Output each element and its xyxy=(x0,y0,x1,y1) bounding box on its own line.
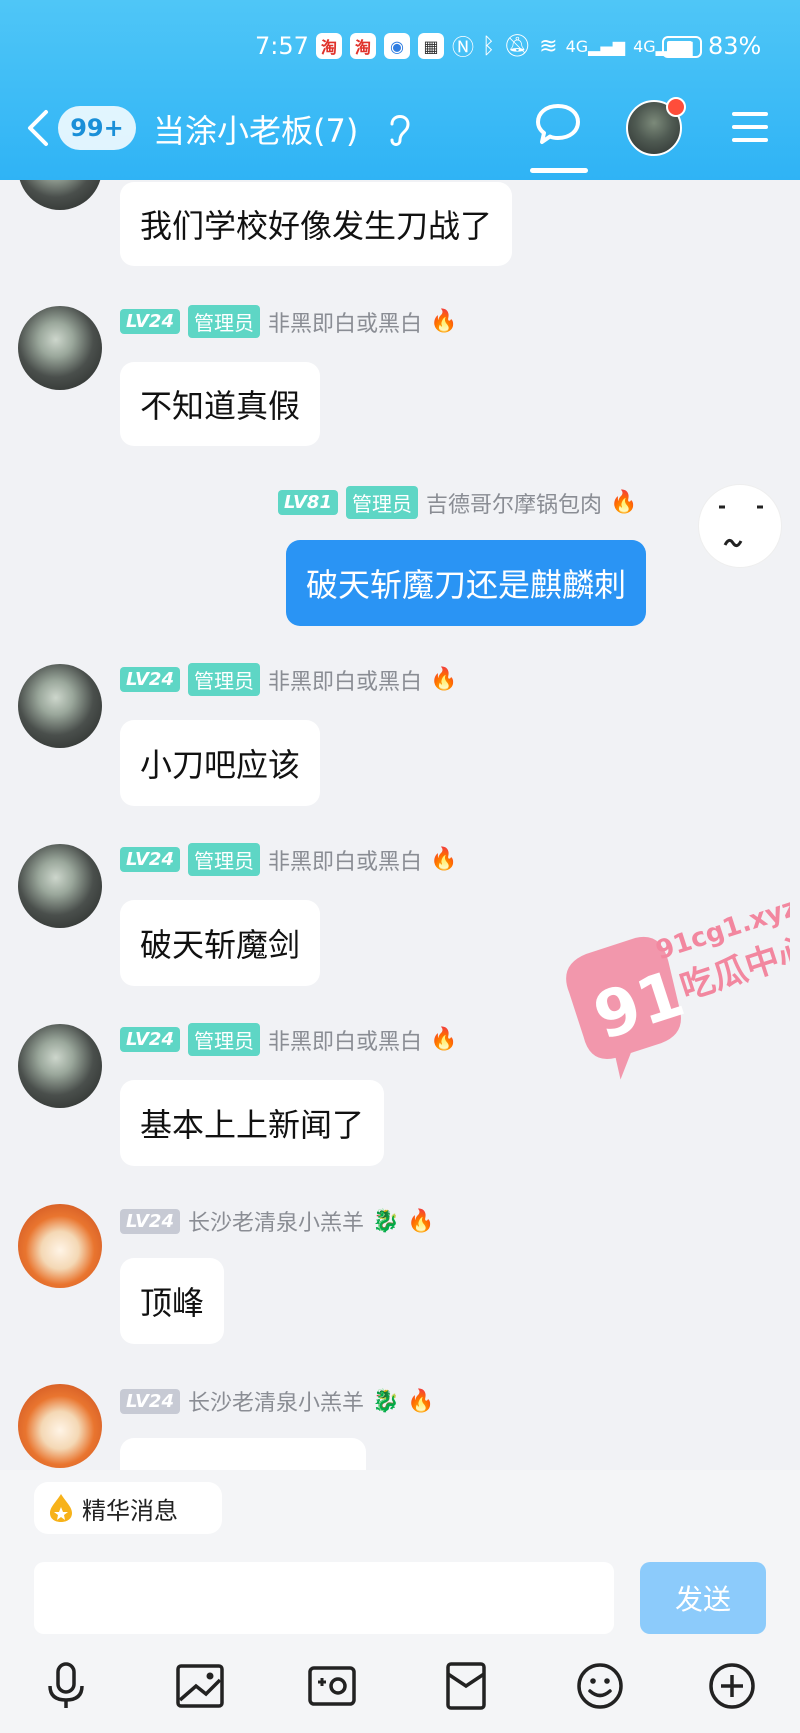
status-time: 7:57 xyxy=(255,32,309,60)
message-meta: LV81 管理员 吉德哥尔摩锅包肉 🔥 xyxy=(278,486,637,519)
avatar[interactable] xyxy=(18,1204,102,1288)
notification-dot xyxy=(666,97,686,117)
chat-title[interactable]: 当涂小老板(7) xyxy=(153,106,358,152)
fire-icon: 🔥 xyxy=(407,1388,435,1414)
level-badge: LV24 xyxy=(120,1388,180,1414)
signal-icon: 4G▂▄▆ xyxy=(565,36,626,56)
calendar-app-icon: ▦ xyxy=(418,33,444,59)
level-badge: LV24 xyxy=(120,309,180,334)
send-button[interactable]: 发送 xyxy=(640,1562,766,1634)
message-meta: LV24 长沙老清泉小羔羊 🐉 🔥 xyxy=(120,1385,435,1417)
emoji-icon[interactable] xyxy=(574,1660,626,1712)
fire-icon: 🔥 xyxy=(407,1208,435,1234)
essence-messages-button[interactable]: 精华消息 xyxy=(34,1482,222,1534)
battery-percent: 83% xyxy=(708,32,762,60)
fire-icon: 🔥 xyxy=(430,309,458,334)
battery-icon xyxy=(662,36,702,58)
menu-icon[interactable] xyxy=(732,110,768,144)
nfc-icon: Ⓝ xyxy=(452,36,475,61)
fire-icon: 🔥 xyxy=(430,847,458,872)
image-icon[interactable] xyxy=(174,1660,226,1712)
avatar[interactable] xyxy=(698,484,782,568)
avatar[interactable] xyxy=(18,1384,102,1468)
sender-name[interactable]: 吉德哥尔摩锅包肉 xyxy=(426,487,602,519)
taobao-app-icon: 淘 xyxy=(350,33,376,59)
red-packet-icon[interactable] xyxy=(440,1660,492,1712)
message-bubble[interactable]: 顶峰 xyxy=(120,1258,225,1344)
fire-icon: 🔥 xyxy=(430,1027,458,1052)
watermark-logo: 91 91cg1.xyz 吃瓜中心 xyxy=(566,892,790,1080)
message-meta: LV24 管理员 非黑即白或黑白 🔥 xyxy=(120,663,457,696)
chat-bubble-icon[interactable] xyxy=(534,100,582,148)
avatar[interactable] xyxy=(18,306,102,390)
level-badge: LV24 xyxy=(120,667,180,692)
sender-name[interactable]: 非黑即白或黑白 xyxy=(268,664,422,696)
avatar[interactable] xyxy=(18,664,102,748)
sender-name[interactable]: 长沙老清泉小羔羊 xyxy=(188,1385,364,1417)
level-badge: LV24 xyxy=(120,1027,180,1052)
level-badge: LV24 xyxy=(120,847,180,872)
wifi-icon: ≋ xyxy=(539,33,558,59)
admin-badge: 管理员 xyxy=(187,663,260,696)
avatar[interactable] xyxy=(18,1024,102,1108)
status-bar: 7:57 淘 淘 ◉ ▦ Ⓝ ᛒ 🔕︎ ≋ 4G▂▄▆ 4G▂▄▆ 83% xyxy=(0,28,800,68)
admin-badge: 管理员 xyxy=(187,843,260,876)
essence-label: 精华消息 xyxy=(82,1496,178,1525)
message-bubble[interactable]: 小刀吧应该 xyxy=(120,720,321,806)
face-icon xyxy=(719,505,763,548)
sender-name[interactable]: 非黑即白或黑白 xyxy=(268,1024,422,1056)
fire-icon: 🔥 xyxy=(430,667,458,692)
admin-badge: 管理员 xyxy=(187,305,260,338)
unread-count-badge[interactable]: 99+ xyxy=(58,106,136,150)
message-meta: LV24 管理员 非黑即白或黑白 🔥 xyxy=(120,1023,457,1056)
status-icons: 淘 淘 ◉ ▦ Ⓝ ᛒ 🔕︎ ≋ 4G▂▄▆ 4G▂▄▆ xyxy=(316,30,693,62)
microphone-icon[interactable] xyxy=(40,1660,92,1712)
bluetooth-icon: ᛒ xyxy=(482,33,496,59)
admin-badge: 管理员 xyxy=(345,486,418,519)
message-meta: LV24 管理员 非黑即白或黑白 🔥 xyxy=(120,305,457,338)
active-tab-indicator xyxy=(530,168,588,173)
message-bubble[interactable]: 不知道真假 xyxy=(120,362,321,446)
avatar[interactable] xyxy=(18,844,102,928)
message-meta: LV24 管理员 非黑即白或黑白 🔥 xyxy=(120,843,457,876)
chat-header: 7:57 淘 淘 ◉ ▦ Ⓝ ᛒ 🔕︎ ≋ 4G▂▄▆ 4G▂▄▆ 83% 99… xyxy=(0,0,800,180)
fire-icon: 🔥 xyxy=(610,490,638,515)
message-bubble[interactable]: 基本上上新闻了 xyxy=(120,1080,385,1166)
flame-drop-icon xyxy=(50,1494,72,1522)
sender-name[interactable]: 长沙老清泉小羔羊 xyxy=(188,1205,364,1237)
message-bubble[interactable]: 我们学校好像发生刀战了 xyxy=(120,182,513,266)
back-arrow-icon[interactable] xyxy=(24,108,54,148)
message-bubble[interactable] xyxy=(120,1438,366,1470)
camera-icon[interactable] xyxy=(306,1660,358,1712)
admin-badge: 管理员 xyxy=(187,1023,260,1056)
message-meta: LV24 长沙老清泉小羔羊 🐉 🔥 xyxy=(120,1205,435,1237)
browser-app-icon: ◉ xyxy=(384,33,410,59)
ear-icon xyxy=(390,115,410,146)
level-badge: LV24 xyxy=(120,1208,180,1234)
plus-icon[interactable] xyxy=(706,1660,758,1712)
message-bubble[interactable]: 破天斩魔剑 xyxy=(120,900,321,986)
sender-name[interactable]: 非黑即白或黑白 xyxy=(268,306,422,338)
dragon-icon: 🐉 xyxy=(372,1388,400,1414)
level-badge: LV81 xyxy=(278,490,338,515)
message-bubble[interactable]: 破天斩魔刀还是麒麟刺 xyxy=(286,540,647,626)
sender-name[interactable]: 非黑即白或黑白 xyxy=(268,844,422,876)
mute-icon: 🔕︎ xyxy=(503,33,532,59)
message-input[interactable] xyxy=(34,1562,614,1634)
dragon-icon: 🐉 xyxy=(372,1208,400,1234)
taobao-app-icon: 淘 xyxy=(316,33,342,59)
